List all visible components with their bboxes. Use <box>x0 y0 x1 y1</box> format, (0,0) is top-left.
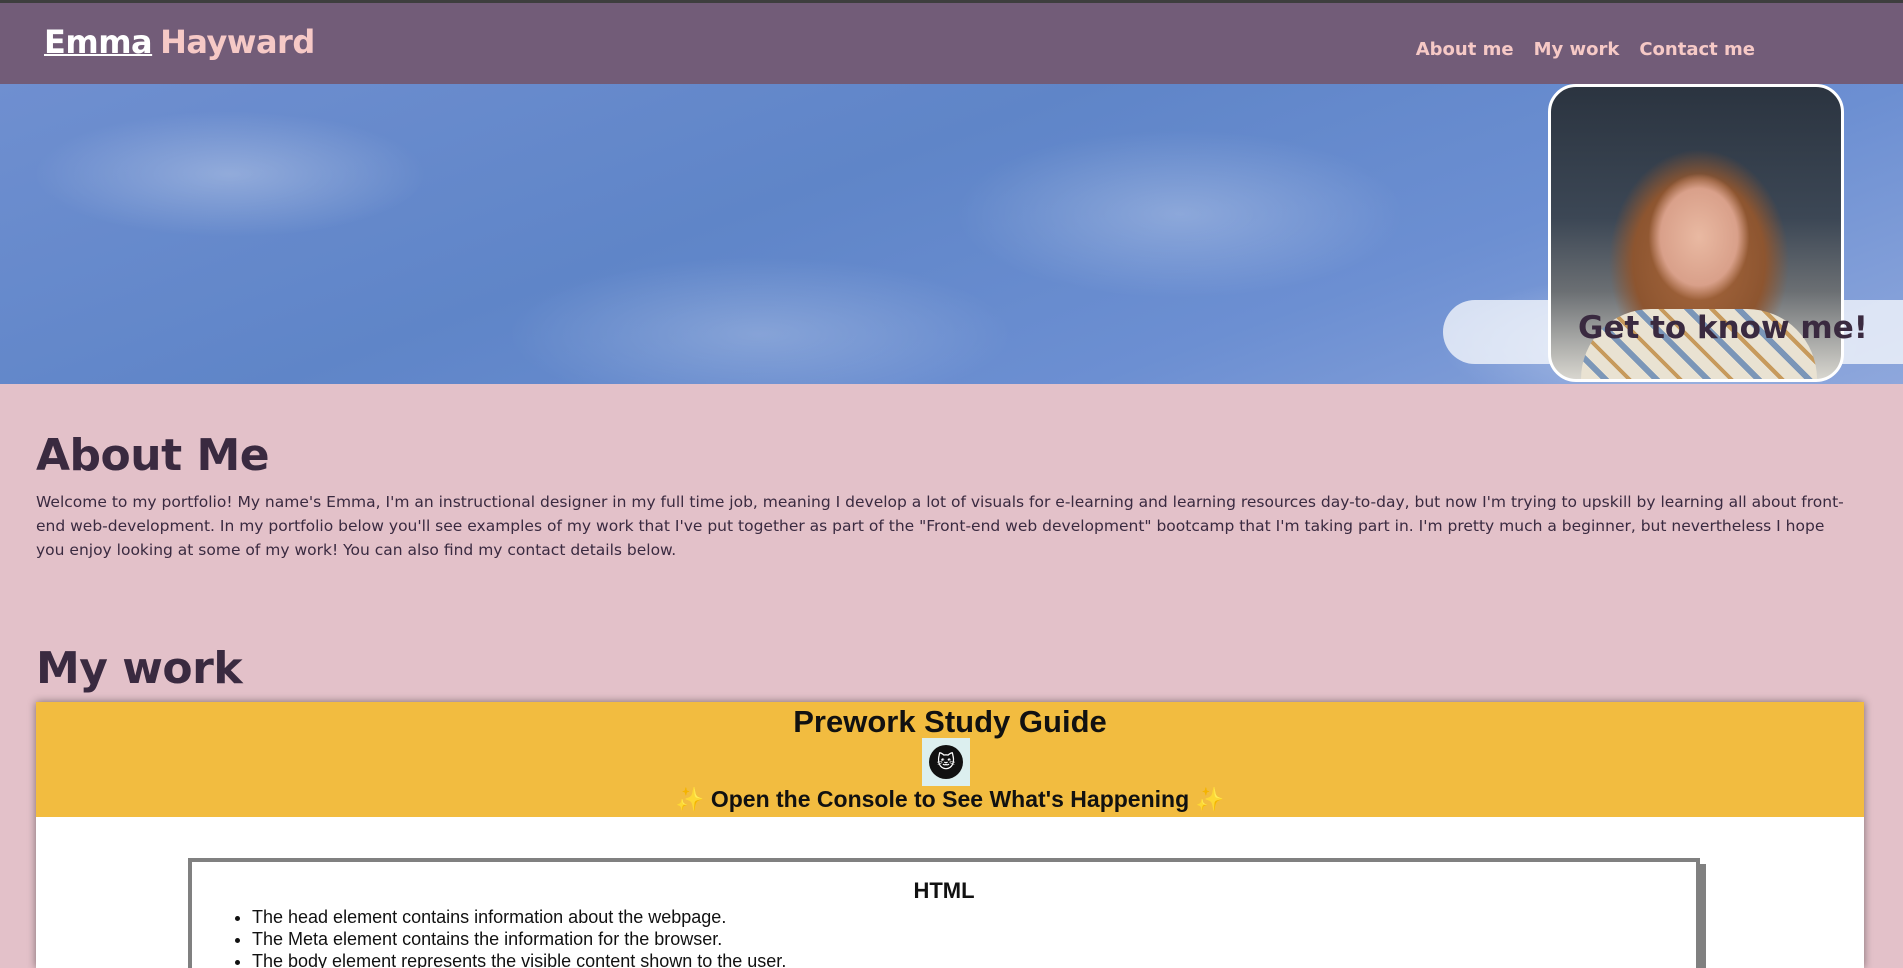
sparkles-icon: ✨ <box>675 787 705 814</box>
project-header: Prework Study Guide 🐱︎ ✨ Open the Consol… <box>36 702 1864 817</box>
nav-about-me[interactable]: About me <box>1416 39 1514 60</box>
work-section-title: My work <box>36 643 243 694</box>
hero-cta-text: Get to know me! <box>1578 310 1868 346</box>
list-item: The head element contains information ab… <box>252 906 1696 928</box>
about-section-title: About Me <box>36 430 270 481</box>
project-subtitle: ✨ Open the Console to See What's Happeni… <box>36 786 1864 814</box>
project-subtitle-text: Open the Console to See What's Happening <box>710 786 1190 812</box>
list-item: The body element represents the visible … <box>252 950 1696 968</box>
brand-first-name-link[interactable]: Emma <box>44 23 153 61</box>
site-brand: Emma Hayward <box>44 23 315 61</box>
cat-logo-icon: 🐱︎ <box>922 738 970 786</box>
list-item: The Meta element contains the informatio… <box>252 928 1696 950</box>
html-notes-card: HTML The head element contains informati… <box>188 858 1700 968</box>
project-preview-frame[interactable]: Prework Study Guide 🐱︎ ✨ Open the Consol… <box>36 702 1864 968</box>
top-navigation-bar: Emma Hayward About me My work Contact me <box>0 0 1903 84</box>
main-nav: About me My work Contact me <box>1416 39 1755 60</box>
nav-my-work[interactable]: My work <box>1534 39 1620 60</box>
card-list: The head element contains information ab… <box>192 906 1696 968</box>
project-title: Prework Study Guide <box>793 704 1107 739</box>
card-title: HTML <box>913 878 975 903</box>
sparkles-icon: ✨ <box>1195 787 1225 814</box>
brand-last-name: Hayward <box>160 23 315 61</box>
about-description: Welcome to my portfolio! My name's Emma,… <box>36 493 1844 559</box>
nav-contact-me[interactable]: Contact me <box>1639 39 1755 60</box>
cat-logo-circle: 🐱︎ <box>929 745 963 779</box>
